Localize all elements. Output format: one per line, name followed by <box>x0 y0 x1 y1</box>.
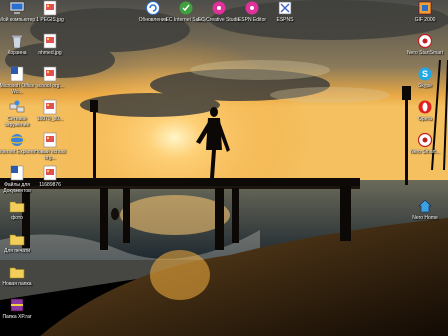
desktop-shortcut[interactable]: Новая папка <box>0 264 39 287</box>
shortcut-label: фото <box>11 215 23 221</box>
folder-icon <box>9 267 25 279</box>
image-file-icon <box>43 99 57 115</box>
desktop-shortcut[interactable]: S Skype <box>403 66 447 89</box>
nero-icon <box>417 132 433 148</box>
creative-studio-icon <box>212 1 226 15</box>
image-file-icon <box>43 165 57 181</box>
shortcut-label: Для печати <box>3 248 31 254</box>
desktop-shortcut[interactable]: Nero StartSmart <box>403 33 447 56</box>
espn-editor-icon <box>245 1 259 15</box>
shortcut-label: Nero Smart... <box>410 149 440 155</box>
nero-home-icon <box>418 199 432 213</box>
shortcut-label: Nero StartSmart <box>406 50 444 56</box>
image-file-icon <box>43 132 57 148</box>
shortcut-label: school org... <box>36 83 64 89</box>
computer-icon <box>9 1 25 14</box>
archive-icon <box>10 298 24 312</box>
desktop-shortcut[interactable]: Папка XP.rar <box>0 297 39 320</box>
desktop-shortcut[interactable]: Nero Home <box>403 198 447 221</box>
desktop[interactable]: Мой компьютер 1 PEGIS.jpg Обновления EC Int… <box>0 0 448 336</box>
desktop-shortcut[interactable]: Nero Smart... <box>403 132 447 155</box>
recycle-bin-icon <box>12 35 22 49</box>
svg-text:S: S <box>422 69 428 79</box>
desktop-shortcut[interactable]: GIF 2000 <box>403 0 447 23</box>
shortcut-label: Новая папка <box>2 281 32 287</box>
update-icon <box>146 1 160 15</box>
shortcut-label: Новый school org... <box>34 149 66 161</box>
desktop-shortcut[interactable]: Opera <box>403 99 447 122</box>
shortcut-label: 11689876 <box>39 182 61 188</box>
desktop-shortcut[interactable]: Новый school org... <box>28 132 72 161</box>
shortcut-label: 1 PEGIS.jpg <box>36 17 64 23</box>
desktop-shortcut[interactable]: фото <box>0 198 39 221</box>
gif-2000-icon <box>418 1 432 15</box>
shortcut-label: Папка XP.rar <box>2 314 32 320</box>
internet-safety-icon <box>179 1 193 15</box>
desktop-shortcut[interactable]: 1 PEGIS.jpg <box>28 0 72 23</box>
desktop-shortcut[interactable]: school org... <box>28 66 72 89</box>
desktop-shortcut[interactable]: ESPNS <box>263 0 307 23</box>
image-file-icon <box>43 33 57 49</box>
folder-icon <box>9 234 25 246</box>
shortcut-label: Opera <box>418 116 432 122</box>
word-icon <box>10 165 24 181</box>
desktop-shortcut[interactable]: 16079_80... <box>28 99 72 122</box>
espns-icon <box>278 1 292 15</box>
image-file-icon <box>43 66 57 82</box>
shortcut-label: Skype <box>418 83 432 89</box>
network-icon <box>9 100 25 113</box>
shortcut-label: GIF 2000 <box>414 17 436 23</box>
shortcut-label: Nero Home <box>412 215 438 221</box>
desktop-shortcut[interactable]: Для печати <box>0 231 39 254</box>
opera-icon <box>418 100 432 114</box>
folder-icon <box>9 201 25 213</box>
nero-icon <box>417 33 433 49</box>
shortcut-label: 16079_80... <box>36 116 64 122</box>
internet-explorer-icon <box>9 134 25 146</box>
desktop-shortcut[interactable]: 11689876 <box>28 165 72 188</box>
shortcut-label: nhmed.jpg <box>38 50 62 56</box>
shortcut-label: ESPNS <box>276 17 294 23</box>
image-file-icon <box>43 0 57 16</box>
desktop-shortcut[interactable]: nhmed.jpg <box>28 33 72 56</box>
skype-icon: S <box>418 67 432 81</box>
word-icon <box>10 66 24 82</box>
